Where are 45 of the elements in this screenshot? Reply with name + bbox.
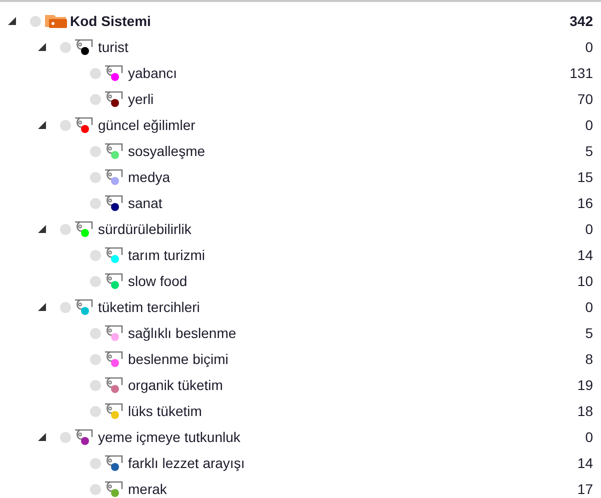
code-count: 10 [577, 272, 593, 290]
expanded-triangle-icon[interactable] [38, 121, 46, 129]
code-label[interactable]: tüketim tercihleri [98, 296, 200, 318]
code-label[interactable]: güncel eğilimler [98, 114, 196, 136]
expanded-triangle-icon[interactable] [38, 303, 46, 311]
code-system-title[interactable]: Kod Sistemi [70, 10, 151, 32]
code-count: 0 [585, 220, 593, 238]
folder-tag-icon [42, 13, 68, 29]
code-count: 0 [585, 38, 593, 56]
code-count: 70 [577, 90, 593, 108]
code-label[interactable]: yerli [128, 88, 154, 110]
code-count: 19 [577, 376, 593, 394]
code-label[interactable]: yabancı [128, 62, 178, 84]
code-label[interactable]: turist [98, 36, 128, 58]
code-count: 18 [577, 402, 593, 420]
code-label[interactable]: sürdürülebilirlik [98, 218, 192, 240]
code-label[interactable]: lüks tüketim [128, 400, 202, 422]
code-count: 0 [585, 298, 593, 316]
code-label[interactable]: medya [128, 166, 170, 188]
code-label[interactable]: merak [128, 478, 167, 498]
expanded-triangle-icon[interactable] [38, 433, 46, 441]
code-count: 342 [570, 12, 593, 30]
code-label[interactable]: organik tüketim [128, 374, 223, 396]
code-label[interactable]: yeme içmeye tutkunluk [98, 426, 240, 448]
code-label[interactable]: beslenme biçimi [128, 348, 228, 370]
code-count: 15 [577, 168, 593, 186]
code-count: 5 [585, 142, 593, 160]
expanded-triangle-icon[interactable] [38, 43, 46, 51]
code-label[interactable]: tarım turizmi [128, 244, 205, 266]
code-label[interactable]: slow food [128, 270, 188, 292]
code-count: 14 [577, 454, 593, 472]
code-count: 14 [577, 246, 593, 264]
expanded-triangle-icon[interactable] [8, 17, 16, 25]
code-label[interactable]: sanat [128, 192, 162, 214]
code-count: 0 [585, 428, 593, 446]
code-count: 17 [577, 480, 593, 498]
code-count: 131 [570, 64, 593, 82]
code-count: 0 [585, 116, 593, 134]
expanded-triangle-icon[interactable] [38, 225, 46, 233]
code-count: 5 [585, 324, 593, 342]
code-count: 16 [577, 194, 593, 212]
code-label[interactable]: sosyalleşme [128, 140, 206, 162]
code-label[interactable]: farklı lezzet arayışı [128, 452, 245, 474]
code-count: 8 [585, 350, 593, 368]
code-label[interactable]: sağlıklı beslenme [128, 322, 236, 344]
